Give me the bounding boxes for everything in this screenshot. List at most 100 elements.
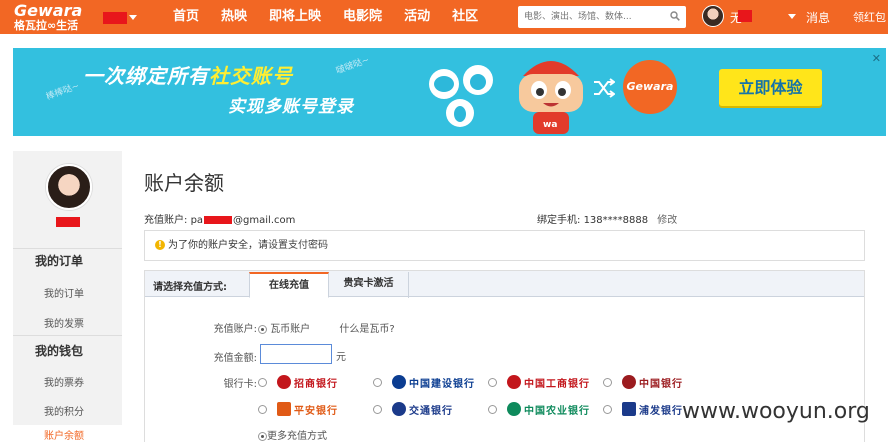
amount-unit: 元 xyxy=(336,352,346,363)
page-title: 账户余额 xyxy=(144,171,224,195)
pingan-logo-icon xyxy=(277,402,291,416)
cmb-logo-icon xyxy=(277,375,291,389)
redacted-email xyxy=(204,216,233,224)
sidebar-item-points[interactable]: 我的积分 xyxy=(13,403,122,418)
bank-radio[interactable] xyxy=(603,404,612,414)
recharge-method-bar: 请选择充值方式: 在线充值 贵宾卡激活 xyxy=(145,271,864,298)
nav-coming-soon[interactable]: 即将上映 xyxy=(258,0,332,34)
bank-radio[interactable] xyxy=(603,377,612,387)
amount-input[interactable] xyxy=(260,344,332,364)
what-is-wabi-link[interactable]: 什么是瓦币? xyxy=(339,324,394,335)
try-now-button[interactable]: 立即体验 xyxy=(719,69,822,106)
bank-radio[interactable] xyxy=(258,377,267,387)
bank-option[interactable]: 浦发银行 xyxy=(603,400,683,418)
search-icon[interactable] xyxy=(670,11,680,21)
bank-name: 中国建设银行 xyxy=(409,378,475,390)
banner-headline-a: 一次绑定所有 xyxy=(83,64,209,88)
city-selector[interactable] xyxy=(103,10,137,24)
search-box xyxy=(518,6,686,28)
sidebar-group-orders[interactable]: 我的订单 xyxy=(13,248,122,276)
edit-phone-link[interactable]: 修改 xyxy=(657,215,677,226)
bank-option[interactable]: 中国建设银行 xyxy=(373,373,475,391)
gewara-badge: Gewara xyxy=(623,60,677,114)
red-envelope-link[interactable]: 领红包 xyxy=(853,9,886,25)
sidebar-item-balance[interactable]: 账户余额 xyxy=(13,425,122,442)
account-sidebar: 我的订单 我的订单 我的发票 我的钱包 我的票券 我的积分 账户余额 xyxy=(13,151,122,442)
icbc-logo-icon xyxy=(507,375,521,389)
nav-home[interactable]: 首页 xyxy=(162,0,210,34)
bank-option[interactable]: 招商银行 xyxy=(258,373,338,391)
bank-option[interactable]: 中国农业银行 xyxy=(488,400,590,418)
phone-label: 绑定手机: xyxy=(537,215,581,226)
user-menu-chevron-icon[interactable] xyxy=(788,14,796,19)
more-methods-option[interactable]: 更多充值方式 xyxy=(258,427,327,442)
banner-headline: 一次绑定所有社交账号 xyxy=(83,60,293,89)
top-nav-bar: Gewara 格瓦拉∞生活 首页 热映 即将上映 电影院 活动 社区 无 消息 … xyxy=(0,0,888,34)
banner-headline-b: 社交账号 xyxy=(209,64,293,88)
boc-logo-icon xyxy=(622,375,636,389)
tab-vip-card[interactable]: 贵宾卡激活 xyxy=(329,272,409,298)
watermark: www.wooyun.org xyxy=(682,399,870,424)
close-icon[interactable]: ✕ xyxy=(872,52,881,65)
more-methods-radio[interactable] xyxy=(258,431,267,441)
amount-label: 充值金额: xyxy=(213,353,257,364)
phone-value: 138****8888 xyxy=(583,215,649,226)
nav-community[interactable]: 社区 xyxy=(441,0,489,34)
bank-name: 交通银行 xyxy=(409,405,453,417)
bank-option[interactable]: 交通银行 xyxy=(373,400,453,418)
bank-name: 中国农业银行 xyxy=(524,405,590,417)
sidebar-item-orders[interactable]: 我的订单 xyxy=(13,285,122,300)
bank-name: 招商银行 xyxy=(294,378,338,390)
chevron-down-icon xyxy=(129,15,137,20)
sidebar-item-invoices[interactable]: 我的发票 xyxy=(13,315,122,330)
bank-radio[interactable] xyxy=(373,404,382,414)
nav-now-showing[interactable]: 热映 xyxy=(210,0,258,34)
account-prefix: pa xyxy=(190,215,204,226)
recharge-account-label: 充值账户: xyxy=(213,324,257,335)
bank-name: 平安银行 xyxy=(294,405,338,417)
profile-photo[interactable] xyxy=(46,164,92,210)
bank-option[interactable]: 中国银行 xyxy=(603,373,683,391)
banner-deco-text: 啵啵哒~ xyxy=(334,55,371,77)
account-info: 充值账户: pa @gmail.com xyxy=(144,211,295,226)
ccb-logo-icon xyxy=(392,375,406,389)
account-suffix: @gmail.com xyxy=(233,215,296,226)
notice-text: 为了你的账户安全，请 xyxy=(168,240,268,251)
shuffle-icon xyxy=(594,78,615,98)
wabi-account-radio[interactable] xyxy=(258,324,267,334)
main-nav: 首页 热映 即将上映 电影院 活动 社区 xyxy=(162,0,489,34)
bocom-logo-icon xyxy=(392,402,406,416)
bank-radio[interactable] xyxy=(258,404,267,414)
social-icons-illustration xyxy=(429,65,493,127)
security-notice: ! 为了你的账户安全，请设置支付密码 xyxy=(144,230,865,261)
bank-name: 中国银行 xyxy=(639,378,683,390)
gewara-logo[interactable]: Gewara 格瓦拉∞生活 xyxy=(14,1,94,33)
bank-radio[interactable] xyxy=(488,377,497,387)
set-password-link[interactable]: 设置支付密码 xyxy=(268,240,328,251)
brand-name: Gewara xyxy=(14,1,83,20)
bound-phone: 绑定手机: 138****8888 修改 xyxy=(537,211,677,226)
user-avatar[interactable] xyxy=(702,5,724,27)
tab-online-recharge[interactable]: 在线充值 xyxy=(249,272,329,298)
nav-events[interactable]: 活动 xyxy=(393,0,441,34)
search-input[interactable] xyxy=(518,6,658,28)
bank-radio[interactable] xyxy=(488,404,497,414)
bank-option[interactable]: 平安银行 xyxy=(258,400,338,418)
bank-radio[interactable] xyxy=(373,377,382,387)
more-methods-label: 更多充值方式 xyxy=(267,431,327,442)
banner-subline: 实现多账号登录 xyxy=(228,97,354,117)
promo-banner[interactable]: 棒棒哒~ 一次绑定所有社交账号 实现多账号登录 啵啵哒~ wa Gewara 立… xyxy=(13,48,886,136)
redacted-city xyxy=(103,11,127,24)
bank-option[interactable]: 中国工商银行 xyxy=(488,373,590,391)
sidebar-group-wallet[interactable]: 我的钱包 xyxy=(13,335,122,365)
wabi-account-label: 瓦币账户 xyxy=(270,324,311,335)
nav-cinemas[interactable]: 电影院 xyxy=(332,0,393,34)
method-label: 请选择充值方式: xyxy=(153,282,227,293)
sidebar-item-tickets[interactable]: 我的票券 xyxy=(13,374,122,389)
messages-link[interactable]: 消息 xyxy=(806,9,830,26)
user-name[interactable]: 无 xyxy=(730,10,752,25)
redacted-profile-name xyxy=(56,217,80,227)
spdb-logo-icon xyxy=(622,402,636,416)
account-label: 充值账户: xyxy=(144,215,188,226)
redacted-username xyxy=(738,10,752,22)
